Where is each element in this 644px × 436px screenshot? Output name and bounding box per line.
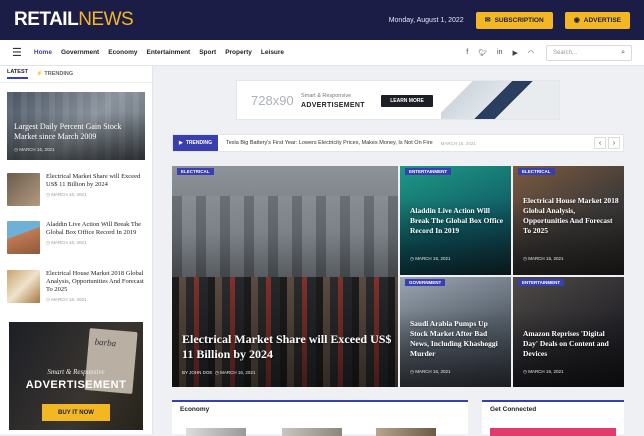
card-title[interactable]: Saudi Arabia Pumps Up Stock Market After… [410, 319, 506, 359]
get-connected-section: Get Connected [482, 400, 624, 436]
envelope-icon: ✉ [484, 17, 491, 24]
list-item[interactable]: Aladdin Live Action Will Break The Globa… [7, 221, 147, 257]
ticker-label: ▶ TRENDING [173, 135, 218, 151]
featured-post-title[interactable]: Largest Daily Percent Gain Stock Market … [14, 122, 139, 142]
learn-more-button[interactable]: LEARN MORE [381, 95, 433, 107]
search-icon[interactable]: ⌕ [621, 49, 625, 57]
card-title[interactable]: Electrical House Market 2018 Global Anal… [523, 196, 619, 236]
main-nav: ☰ Home Government Economy Entertainment … [0, 40, 644, 66]
card-meta: ◷ MARCH 16, 2021 [523, 256, 564, 261]
ad-tagline: Smart & Responsive [47, 368, 105, 376]
sidebar-featured-post[interactable]: Largest Daily Percent Gain Stock Market … [7, 92, 145, 160]
card-meta: BY JOHN DOE ◷ MARCH 16, 2021 [182, 370, 256, 375]
card-title[interactable]: Amazon Reprises 'Digital Day' Deals on C… [523, 329, 619, 359]
card-meta: ◷ MARCH 16, 2021 [410, 369, 451, 374]
chevron-right-icon[interactable]: › [608, 137, 620, 149]
post-date: ◷ MARCH 16, 2021 [46, 240, 87, 245]
search-input[interactable]: Search... ⌕ [546, 44, 632, 61]
category-badge[interactable]: ELECTRICAL [177, 168, 214, 175]
nav-sport[interactable]: Sport [199, 49, 216, 56]
buy-it-now-button[interactable]: BUY IT NOW [42, 404, 110, 421]
post-title[interactable]: Aladdin Live Action Will Break The Globa… [46, 221, 147, 237]
top-header: RETAILNEWS Monday, August 1, 2022 ✉ SUBSC… [0, 0, 644, 40]
current-date: Monday, August 1, 2022 [388, 16, 464, 24]
nav-property[interactable]: Property [225, 49, 252, 56]
nav-home[interactable]: Home [34, 49, 52, 56]
subscription-button[interactable]: ✉ SUBSCRIPTION [475, 11, 553, 29]
section-title: Get Connected [490, 406, 537, 413]
nav-leisure[interactable]: Leisure [261, 49, 284, 56]
twitter-icon[interactable]: 🐦︎ [478, 49, 487, 57]
card-meta: ◷ MARCH 16, 2021 [410, 256, 451, 261]
youtube-icon[interactable]: ▶ [513, 49, 518, 57]
section-title: Economy [180, 406, 210, 413]
tab-latest[interactable]: LATEST [7, 69, 28, 79]
menu-icon[interactable]: ☰ [12, 46, 22, 59]
linkedin-icon[interactable]: in [497, 49, 502, 56]
facebook-icon[interactable]: f [466, 49, 468, 56]
post-thumbnail[interactable] [7, 270, 40, 303]
economy-section: Economy [172, 400, 468, 436]
post-thumbnail[interactable] [7, 221, 40, 254]
ad-heading: ADVERTISEMENT [25, 379, 127, 391]
card-title[interactable]: Electrical Market Share will Exceed US$ … [182, 332, 392, 362]
ticker-date: MARCH 16, 2021 [440, 140, 476, 146]
chevron-left-icon[interactable]: ‹ [594, 137, 606, 149]
nav-entertainment[interactable]: Entertainment [147, 49, 191, 56]
trending-ticker: ▶ TRENDING Tesla Big Battery's First Year… [172, 134, 624, 152]
bolt-icon: ▶ [179, 140, 183, 146]
nav-government[interactable]: Government [61, 49, 99, 56]
advertise-button[interactable]: ◉ ADVERTISE [564, 11, 630, 29]
category-badge[interactable]: ELECTRICAL [518, 168, 555, 175]
rss-icon[interactable]: ◠ [528, 49, 534, 57]
nav-economy[interactable]: Economy [108, 49, 137, 56]
list-item[interactable]: Electrical Market Share will Exceed US$ … [7, 173, 147, 209]
news-card[interactable]: ELECTRICAL Electrical House Market 2018 … [513, 166, 624, 275]
list-item[interactable]: Electrical House Market 2018 Global Anal… [7, 270, 147, 306]
ad-graphic [441, 81, 559, 119]
ticker-headline[interactable]: Tesla Big Battery's First Year: Lowers E… [226, 140, 433, 146]
card-title[interactable]: Aladdin Live Action Will Break The Globa… [410, 206, 506, 236]
post-title[interactable]: Electrical Market Share will Exceed US$ … [46, 173, 147, 189]
featured-post-date: ◷ MARCH 16, 2021 [14, 147, 55, 152]
news-card[interactable]: GOVERNMENT Saudi Arabia Pumps Up Stock M… [400, 277, 511, 387]
post-date: ◷ MARCH 16, 2021 [46, 297, 87, 302]
ad-tagline: Smart & Responsive [301, 93, 352, 99]
category-badge[interactable]: GOVERNMENT [405, 279, 446, 286]
featured-main-card[interactable]: ELECTRICAL Electrical Market Share will … [172, 166, 398, 387]
banner-advertisement[interactable]: 728x90 Smart & Responsive ADVERTISEMENT … [236, 80, 560, 120]
ad-size-label: 728x90 [251, 93, 294, 108]
category-badge[interactable]: ENTERTAINMENT [518, 279, 565, 286]
megaphone-icon: ◉ [573, 17, 580, 24]
post-title[interactable]: Electrical House Market 2018 Global Anal… [46, 270, 147, 294]
post-thumbnail[interactable] [7, 173, 40, 206]
post-date: ◷ MARCH 16, 2021 [46, 192, 87, 197]
tab-trending[interactable]: ⚡ TRENDING [36, 71, 73, 77]
card-meta: ◷ MARCH 16, 2021 [523, 369, 564, 374]
news-card[interactable]: ENTERTAINMENT Aladdin Live Action Will B… [400, 166, 511, 275]
category-badge[interactable]: ENTERTAINMENT [405, 168, 452, 175]
site-logo[interactable]: RETAILNEWS [14, 9, 134, 31]
news-card[interactable]: ENTERTAINMENT Amazon Reprises 'Digital D… [513, 277, 624, 387]
sidebar-advertisement[interactable]: barba Smart & Responsive ADVERTISEMENT B… [9, 322, 143, 430]
ad-heading: ADVERTISEMENT [301, 102, 365, 109]
